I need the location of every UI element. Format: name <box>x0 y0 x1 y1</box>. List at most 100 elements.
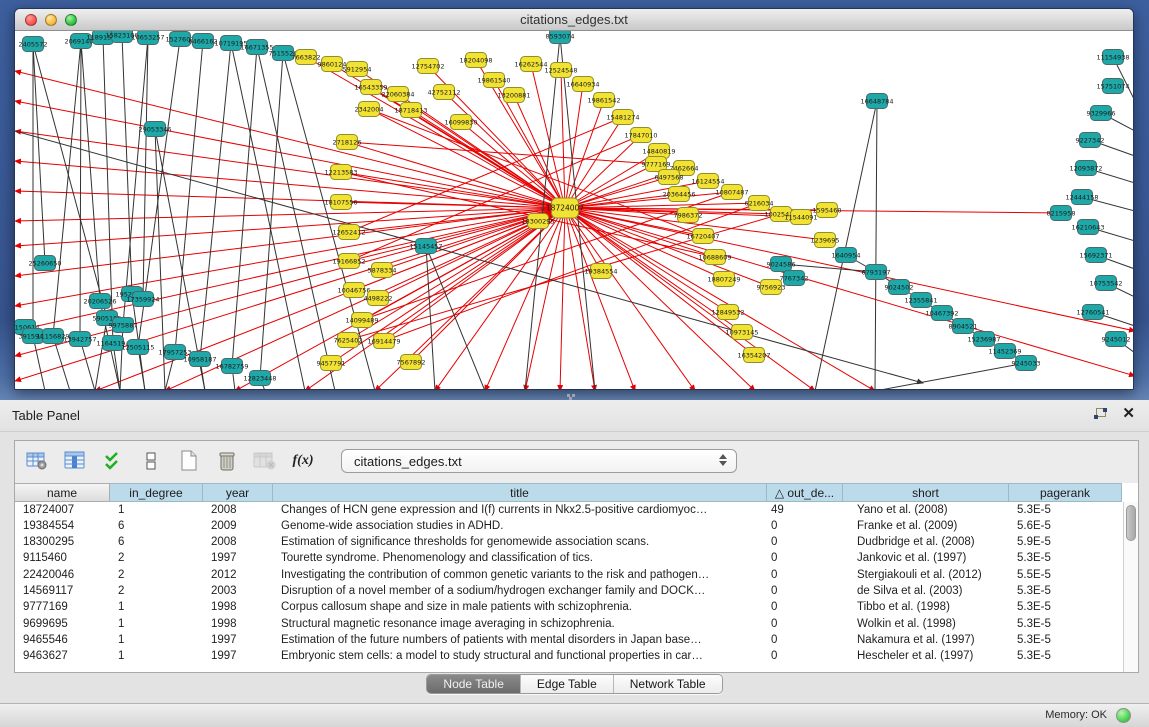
table-frame: f(x) citations_edges.txt namein_degreeye… <box>14 440 1139 673</box>
column-header-short[interactable]: short <box>843 483 1009 502</box>
citation-edge[interactable] <box>560 208 565 390</box>
citation-edge[interactable] <box>15 208 565 306</box>
network-window-titlebar[interactable]: citations_edges.txt <box>15 9 1133 31</box>
table-cell: 14569117 <box>15 583 110 599</box>
citation-edge[interactable] <box>33 336 45 390</box>
table-selector-dropdown[interactable]: citations_edges.txt <box>341 449 737 473</box>
tab-node-table[interactable]: Node Table <box>427 675 520 693</box>
table-cell: 1 <box>110 616 203 632</box>
table-row[interactable]: 911546021997Tourette syndrome. Phenomeno… <box>15 551 1138 567</box>
table-row[interactable]: 2242004622012Investigating the contribut… <box>15 567 1138 583</box>
row-height-button[interactable] <box>137 446 165 476</box>
citation-network-graph[interactable]: 1872400724055722069140611891560158231061… <box>15 31 1134 390</box>
citation-edge[interactable] <box>122 35 132 294</box>
citation-edge[interactable] <box>15 161 565 208</box>
node-table[interactable]: namein_degreeyeartitle△ out_de...shortpa… <box>15 483 1138 672</box>
table-row[interactable]: 1938455462009Genome-wide association stu… <box>15 518 1138 534</box>
citation-edge[interactable] <box>15 208 565 221</box>
table-cell: 5.3E-5 <box>1009 649 1122 665</box>
tab-network-table[interactable]: Network Table <box>613 675 722 693</box>
citation-edge[interactable] <box>81 41 100 301</box>
table-cell: 1 <box>110 502 203 518</box>
table-scrollbar[interactable] <box>1123 502 1138 672</box>
node-label: 12849532 <box>711 308 744 316</box>
citation-edge[interactable] <box>15 131 565 208</box>
table-tabs: Node TableEdge TableNetwork Table <box>426 674 722 694</box>
node-label: 15481274 <box>606 113 639 121</box>
column-header-year[interactable]: year <box>203 483 273 502</box>
table-cell: 1 <box>110 632 203 648</box>
table-row[interactable]: 1872400712008Changes of HCN gene express… <box>15 502 1138 518</box>
select-columns-button[interactable] <box>99 446 127 476</box>
table-cell: 5.3E-5 <box>1009 616 1122 632</box>
column-header-name[interactable]: name <box>15 483 110 502</box>
node-label: 16648784 <box>860 97 893 105</box>
node-label: 15751074 <box>1096 82 1129 90</box>
citation-edge[interactable] <box>232 47 257 366</box>
new-table-button[interactable] <box>175 446 203 476</box>
column-header-title[interactable]: title <box>273 483 767 502</box>
table-row[interactable]: 1830029562008Estimation of significance … <box>15 535 1138 551</box>
column-header-out_de[interactable]: △ out_de... <box>767 483 843 502</box>
table-row[interactable]: 977716911998Corpus callosum shape and si… <box>15 600 1138 616</box>
column-header-in_degree[interactable]: in_degree <box>110 483 203 502</box>
table-cell: 9699695 <box>15 616 110 632</box>
node-label: 16262544 <box>514 60 547 68</box>
node-label: 18807249 <box>707 275 740 283</box>
table-cell: Stergiakouli et al. (2012) <box>843 567 1009 583</box>
citation-edge[interactable] <box>426 246 485 390</box>
citation-edge[interactable] <box>347 142 656 164</box>
node-label: 9457791 <box>317 359 346 367</box>
table-cell: 1998 <box>203 616 273 632</box>
citation-edge[interactable] <box>875 101 877 390</box>
citation-edge[interactable] <box>200 43 231 359</box>
table-cell: 5.9E-5 <box>1009 535 1122 551</box>
tab-edge-table[interactable]: Edge Table <box>520 675 613 693</box>
column-chooser-button[interactable] <box>61 446 89 476</box>
node-label: 10958187 <box>183 355 216 363</box>
table-cell: 0 <box>767 632 843 648</box>
table-row[interactable]: 946554611997Estimation of the future num… <box>15 632 1138 648</box>
node-label: 13200881 <box>497 91 530 99</box>
dropdown-arrows-icon <box>719 454 727 466</box>
citation-edge[interactable] <box>561 70 565 208</box>
node-label: 8904521 <box>949 322 978 330</box>
float-panel-icon[interactable] <box>1094 408 1108 421</box>
function-builder-button[interactable]: f(x) <box>289 446 317 476</box>
node-label: 7663822 <box>292 53 321 61</box>
table-cell: 2012 <box>203 567 273 583</box>
table-row[interactable]: 1456911722003Disruption of a novel membe… <box>15 583 1138 599</box>
memory-status-indicator[interactable] <box>1116 708 1131 723</box>
node-label: 6216034 <box>745 199 774 207</box>
table-cell: Estimation of the future numbers of pati… <box>273 632 767 648</box>
node-label: 15145457 <box>409 242 442 250</box>
network-view-window[interactable]: citations_edges.txt 18724007240557220691… <box>14 8 1134 390</box>
node-label: 10653257 <box>131 33 164 41</box>
table-row[interactable]: 946362711997Embryonic stem cells: a mode… <box>15 649 1138 665</box>
delete-table-button-disabled <box>251 446 279 476</box>
citation-edge[interactable] <box>565 208 1134 376</box>
close-panel-icon[interactable]: ✕ <box>1122 407 1135 421</box>
table-cell: 1997 <box>203 551 273 567</box>
citation-edge[interactable] <box>565 208 695 390</box>
citation-edge[interactable] <box>565 208 755 390</box>
table-cell: Franke et al. (2009) <box>843 518 1009 534</box>
citation-edge[interactable] <box>95 318 107 390</box>
citation-edge[interactable] <box>53 336 70 390</box>
delete-rows-button[interactable] <box>213 446 241 476</box>
citation-edge[interactable] <box>306 57 565 208</box>
column-header-pagerank[interactable]: pagerank <box>1009 483 1122 502</box>
node-label: 42752112 <box>427 88 460 96</box>
table-scrollbar-thumb[interactable] <box>1126 505 1136 541</box>
node-label: 29053346 <box>138 125 171 133</box>
node-label: 19861542 <box>587 96 620 104</box>
citation-edge[interactable] <box>53 41 81 336</box>
citation-edge[interactable] <box>531 64 565 208</box>
node-label: 16720407 <box>686 232 719 240</box>
citation-edge[interactable] <box>875 363 1026 390</box>
node-label: 14840819 <box>642 147 675 155</box>
network-canvas[interactable]: 1872400724055722069140611891560158231061… <box>15 31 1134 390</box>
citation-edge[interactable] <box>123 37 148 325</box>
table-settings-button[interactable] <box>23 446 51 476</box>
table-row[interactable]: 969969511998Structural magnetic resonanc… <box>15 616 1138 632</box>
